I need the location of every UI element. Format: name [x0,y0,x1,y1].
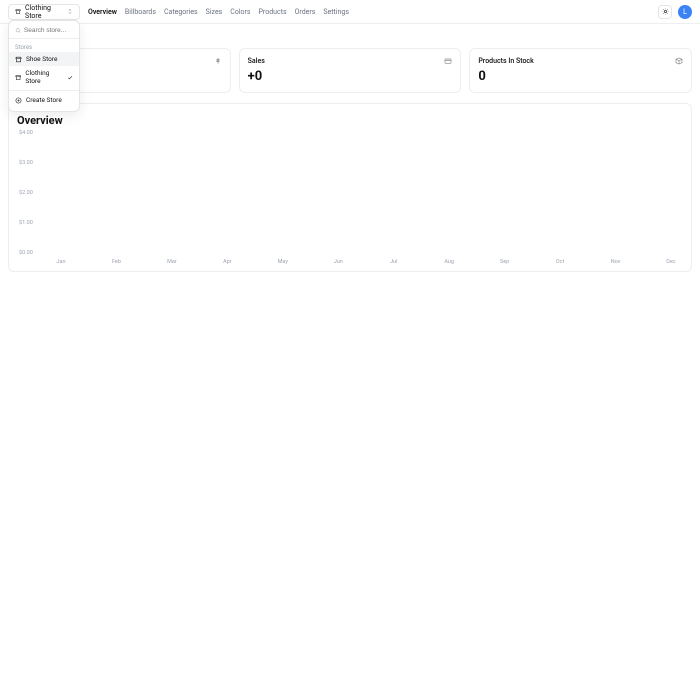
plus-circle-icon [15,97,22,104]
x-tick: Sep [493,259,517,265]
dollar-icon [214,57,222,65]
store-search-row [9,25,79,36]
overview-panel: Overview Jan Feb Mar Apr May Jun Jul Aug Sep Oct N… [8,103,692,272]
store-switcher[interactable]: Clothing Store [8,4,80,20]
store-switcher-label: Clothing Store [25,4,63,20]
card-title: Sales [248,57,265,65]
store-icon [15,56,22,63]
user-avatar[interactable]: L [678,5,692,19]
x-tick: Jan [49,259,73,265]
y-tick: $4.00 [19,130,33,136]
nav-categories[interactable]: Categories [164,8,198,16]
x-tick: Nov [604,259,628,265]
store-switcher-popover: Stores Shoe Store Clothing Store Create … [8,20,80,112]
nav-products[interactable]: Products [259,8,287,16]
store-search-input[interactable] [24,27,73,34]
store-option-shoe[interactable]: Shoe Store [9,52,79,66]
x-tick: Mar [160,259,184,265]
check-icon [67,74,73,81]
chevrons-icon [67,8,73,15]
y-tick: $2.00 [19,190,33,196]
y-tick: $1.00 [19,220,33,226]
stat-card-1: Sales +0 [239,48,462,93]
search-icon [15,27,21,34]
overview-title: Overview [17,114,683,127]
page: Overview of your store Total Revenue$0.0… [0,24,700,280]
x-tick: Jul [382,259,406,265]
x-tick: Oct [548,259,572,265]
box-icon [675,57,683,65]
stat-card-2: Products In Stock 0 [469,48,692,93]
divider [9,38,79,39]
y-tick: $3.00 [19,160,33,166]
store-option-label: Clothing Store [25,69,62,85]
x-tick: May [271,259,295,265]
nav-colors[interactable]: Colors [230,8,250,16]
nav-settings[interactable]: Settings [323,8,349,16]
nav-sizes[interactable]: Sizes [206,8,223,16]
x-tick: Jun [326,259,350,265]
x-axis: Jan Feb Mar Apr May Jun Jul Aug Sep Oct Nov Dec [49,259,683,265]
stores-section-label: Stores [9,41,79,52]
x-tick: Dec [659,259,683,265]
sun-icon [662,8,669,15]
card-value: 0 [478,69,683,84]
x-tick: Aug [437,259,461,265]
card-icon [444,57,452,65]
avatar-initial: L [683,8,687,16]
card-value: +0 [248,69,453,84]
overview-chart: JanFebMarAprMayJunJulAugSepOctNovDec $0.… [31,133,683,263]
create-store-label: Create Store [26,96,62,104]
divider [9,90,79,91]
create-store-item[interactable]: Create Store [9,93,79,107]
main-nav: Overview Billboards Categories Sizes Colors P… [88,8,349,16]
nav-orders[interactable]: Orders [295,8,316,16]
card-title: Products In Stock [478,57,533,65]
store-icon [15,8,21,15]
store-icon [15,74,21,81]
x-tick: Feb [104,259,128,265]
nav-overview[interactable]: Overview [88,8,117,16]
store-option-label: Shoe Store [26,55,57,63]
theme-toggle[interactable] [658,5,672,19]
x-tick: Apr [215,259,239,265]
store-option-clothing[interactable]: Clothing Store [9,66,79,88]
topbar: Clothing Store Overview Billboards Categor… [0,0,700,24]
nav-billboards[interactable]: Billboards [125,8,156,16]
stat-cards: Total Revenue$0.00Sales+0Products In Sto… [8,48,692,93]
y-tick: $0.00 [19,250,33,256]
